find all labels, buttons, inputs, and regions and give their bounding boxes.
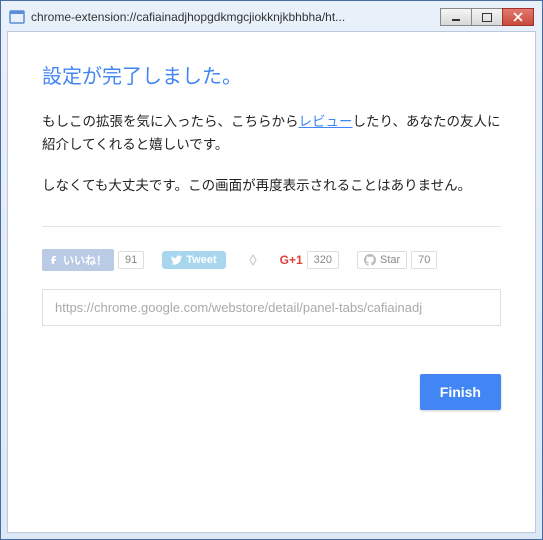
page-heading: 設定が完了しました。 [42,60,501,89]
tw-label: Tweet [186,254,216,266]
github-icon [364,254,376,266]
finish-button[interactable]: Finish [420,374,501,410]
maximize-button[interactable] [471,8,503,26]
footer: Finish [42,374,501,410]
gh-label: Star [380,254,400,266]
hatena-icon [244,251,262,269]
facebook-like[interactable]: いいね！ 91 [42,249,144,271]
window-title: chrome-extension://cafiainadjhopgdkmgcji… [31,10,441,24]
window-controls [441,8,534,26]
review-link[interactable]: レビュー [299,114,353,129]
titlebar: chrome-extension://cafiainadjhopgdkmgcji… [7,7,536,31]
page-favicon [9,9,25,25]
gp-label: G+1 [280,253,303,267]
twitter-tweet[interactable]: Tweet [162,251,225,269]
page-content: 設定が完了しました。 もしこの拡張を気に入ったら、こちらからレビューしたり、あな… [7,31,536,533]
social-row: いいね！ 91 Tweet G+1 320 [42,249,501,271]
gp-count: 320 [307,251,339,269]
google-plus[interactable]: G+1 320 [280,251,339,269]
divider [42,226,501,227]
github-star[interactable]: Star 70 [357,251,437,269]
close-button[interactable] [502,8,534,26]
facebook-icon [49,255,59,265]
share-url-input[interactable] [42,289,501,326]
twitter-icon [171,255,182,265]
fb-count: 91 [118,251,144,269]
minimize-button[interactable] [440,8,472,26]
gh-count: 70 [411,251,437,269]
fb-label: いいね！ [63,252,107,268]
intro-paragraph: もしこの拡張を気に入ったら、こちらからレビューしたり、あなたの友人に紹介してくれ… [42,111,501,157]
browser-window: chrome-extension://cafiainadjhopgdkmgcji… [0,0,543,540]
hatena-bookmark[interactable] [244,251,262,269]
para1-pre: もしこの拡張を気に入ったら、こちらから [42,114,299,129]
secondary-paragraph: しなくても大丈夫です。この画面が再度表示されることはありません。 [42,175,501,198]
